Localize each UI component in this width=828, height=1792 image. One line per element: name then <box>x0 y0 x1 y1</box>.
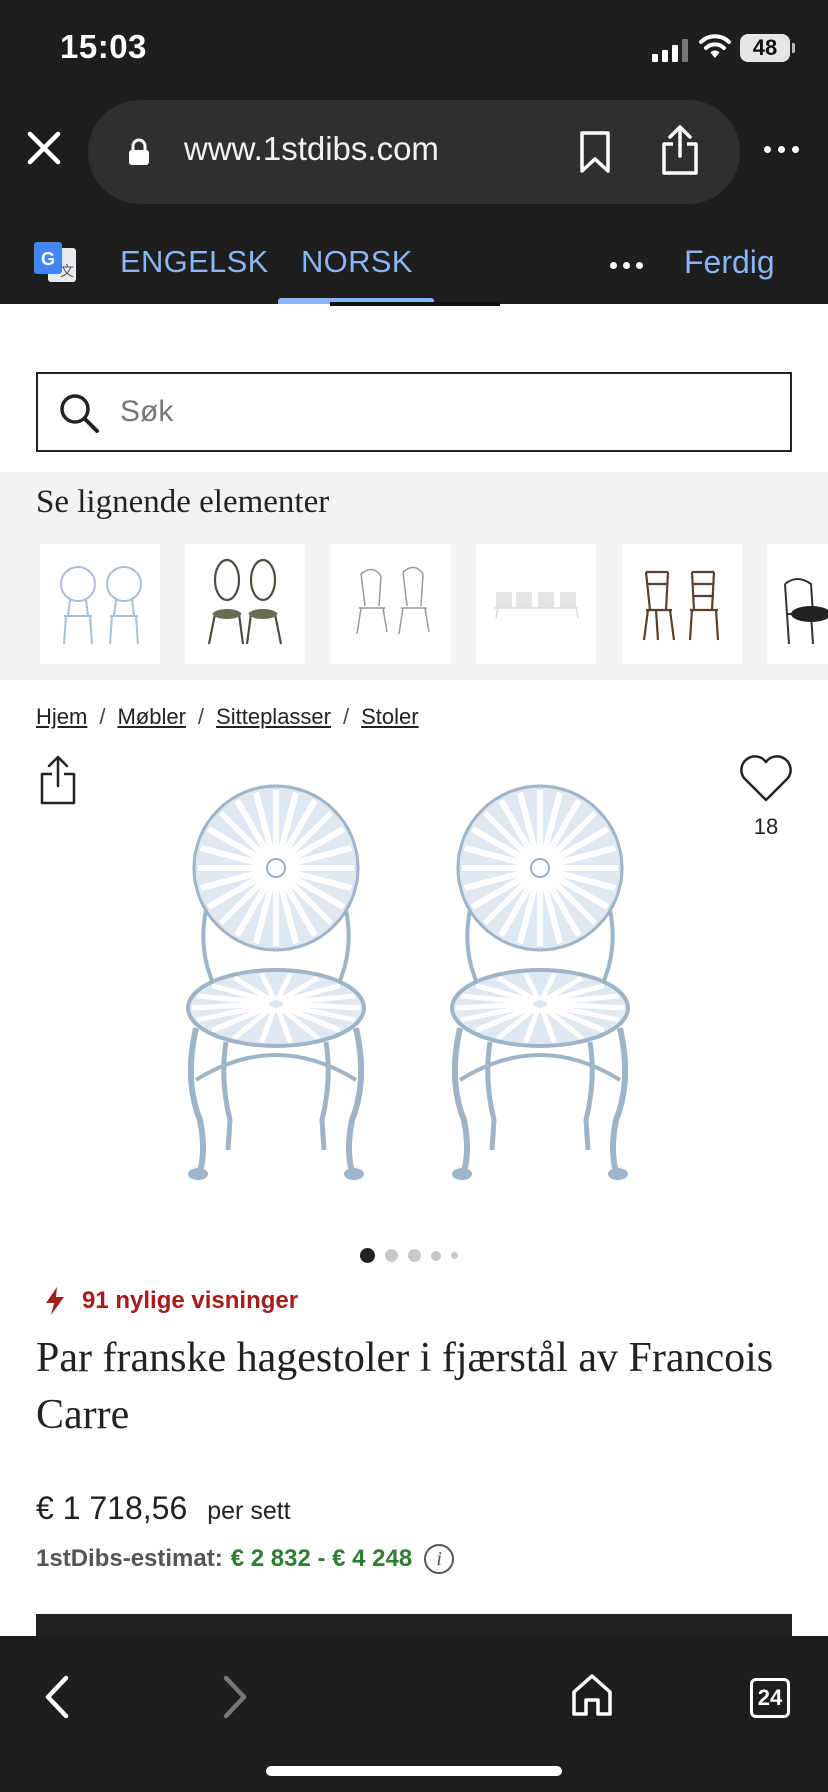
breadcrumb-link-furniture[interactable]: Møbler <box>117 704 185 730</box>
breadcrumb-link-home[interactable]: Hjem <box>36 704 87 730</box>
heart-icon[interactable] <box>738 752 794 804</box>
similar-item-thumbnail[interactable] <box>331 544 451 664</box>
back-arrow-icon[interactable] <box>38 1672 78 1722</box>
carousel-dot[interactable] <box>431 1250 441 1261</box>
right-chair <box>450 784 630 1180</box>
similar-item-thumbnail[interactable] <box>622 544 742 664</box>
translate-done-button[interactable]: Ferdig <box>684 244 775 281</box>
price-unit: per sett <box>207 1497 291 1525</box>
translate-bar: G 文 ENGELSK NORSK Ferdig <box>0 220 828 304</box>
product-price: € 1 718,56 <box>36 1490 188 1526</box>
similar-item-thumbnail[interactable] <box>476 544 596 664</box>
battery-indicator: 48 <box>740 34 795 62</box>
search-box[interactable] <box>36 372 792 452</box>
svg-text:G: G <box>41 249 55 269</box>
carousel-dot[interactable] <box>360 1248 375 1263</box>
url-text: www.1stdibs.com <box>184 130 439 167</box>
left-chair <box>186 784 366 1180</box>
estimate-label: 1stDibs-estimat: <box>36 1545 223 1572</box>
tabs-button[interactable]: 24 <box>750 1678 790 1718</box>
svg-text:文: 文 <box>60 264 74 280</box>
purchase-button[interactable] <box>36 1614 792 1638</box>
lock-icon <box>129 138 149 165</box>
close-icon[interactable] <box>22 126 66 170</box>
forward-arrow-icon[interactable] <box>214 1672 254 1722</box>
source-language-tab[interactable]: ENGELSK <box>120 244 269 280</box>
home-icon[interactable] <box>570 1672 614 1718</box>
similar-item-thumbnail[interactable] <box>767 544 828 664</box>
share-icon[interactable] <box>660 124 700 176</box>
recent-views-text: 91 nylige visninger <box>82 1287 299 1314</box>
breadcrumb-separator: / <box>197 704 205 729</box>
wifi-icon <box>699 34 731 58</box>
info-icon[interactable]: i <box>424 1544 455 1574</box>
similar-items-section: Se lignende elementer <box>0 472 828 680</box>
price-estimate: 1stDibs-estimat: € 2 832 - € 4 248 i <box>36 1544 455 1574</box>
lightning-icon <box>46 1287 64 1315</box>
bookmark-icon[interactable] <box>578 130 612 174</box>
favorite-count: 18 <box>753 814 779 839</box>
address-bar[interactable]: www.1stdibs.com <box>88 100 740 204</box>
share-icon[interactable] <box>38 754 78 806</box>
target-language-tab[interactable]: NORSK <box>301 244 413 280</box>
home-indicator <box>266 1766 562 1776</box>
carousel-dot[interactable] <box>385 1249 398 1262</box>
breadcrumb-separator: / <box>343 704 350 729</box>
similar-item-thumbnail[interactable] <box>40 544 160 664</box>
status-bar: 15:03 48 <box>0 0 828 96</box>
more-icon[interactable] <box>764 146 799 153</box>
translate-more-icon[interactable] <box>610 262 643 269</box>
browser-url-area: www.1stdibs.com <box>0 96 828 220</box>
carousel-dot[interactable] <box>451 1252 458 1259</box>
browser-toolbar: 24 <box>0 1636 828 1792</box>
carousel-dot[interactable] <box>408 1249 421 1262</box>
similar-item-thumbnail[interactable] <box>185 544 305 664</box>
breadcrumb-link-chairs[interactable]: Stoler <box>361 704 418 730</box>
google-translate-icon: G 文 <box>34 242 76 282</box>
site-logo[interactable] <box>330 298 500 308</box>
status-time: 15:03 <box>60 28 147 65</box>
product-title: Par franske hagestoler i fjærstål av Fra… <box>36 1335 774 1438</box>
price-row: € 1 718,56 per sett <box>36 1490 291 1527</box>
recent-views: 91 nylige visninger <box>44 1286 298 1316</box>
similar-items-title: Se lignende elementer <box>36 484 330 520</box>
search-input[interactable] <box>120 376 780 448</box>
search-icon <box>60 394 99 433</box>
carousel-indicator[interactable] <box>360 1248 458 1263</box>
estimate-value: € 2 832 - € 4 248 <box>230 1545 413 1572</box>
product-image[interactable] <box>180 780 650 1206</box>
breadcrumb: Hjem / Møbler / Sitteplasser / Stoler <box>36 704 419 730</box>
cellular-signal-icon <box>652 38 688 62</box>
breadcrumb-separator: / <box>99 704 106 729</box>
breadcrumb-link-seating[interactable]: Sitteplasser <box>216 704 331 730</box>
